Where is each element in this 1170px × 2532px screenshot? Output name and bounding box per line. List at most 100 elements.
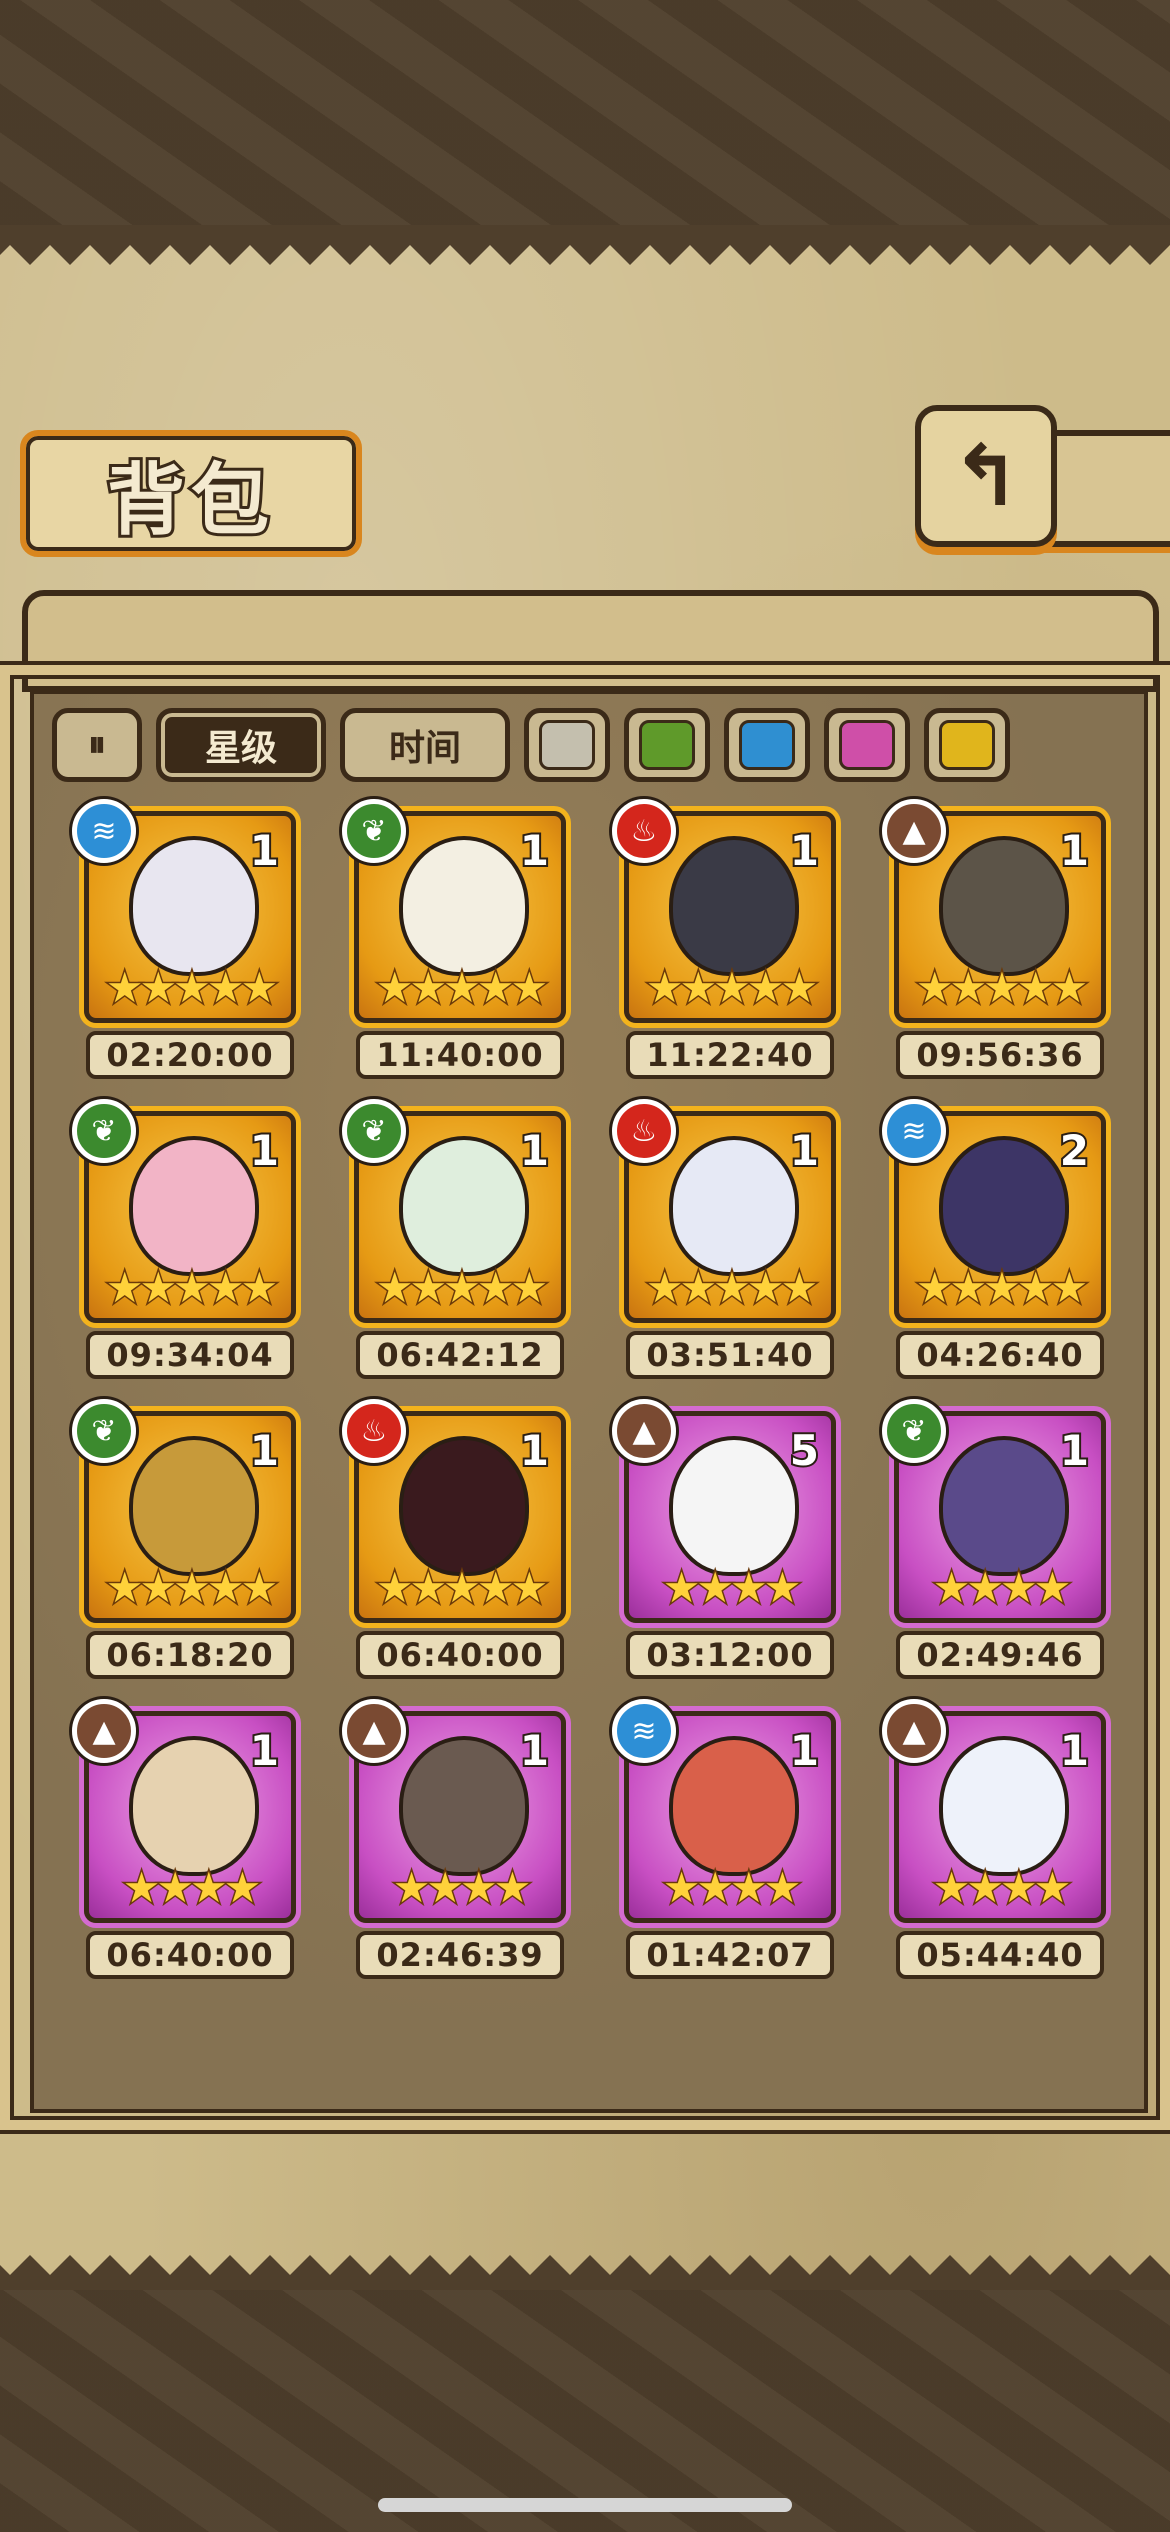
back-button-tab (1040, 430, 1170, 547)
star-rating: ★★★★★ (644, 962, 819, 1014)
egg-image (669, 1736, 799, 1876)
title-banner: 背包 (20, 430, 362, 557)
egg-image (669, 1436, 799, 1576)
hatch-timer: 09:34:04 (86, 1331, 294, 1379)
egg-item-slot[interactable]: 1 ★★★★★ ♨ 11:22:40 (612, 799, 848, 1105)
item-count: 1 (518, 1724, 551, 1777)
grass-element-icon: ❦ (882, 1399, 946, 1463)
item-count: 1 (1058, 824, 1091, 877)
grass-element-icon: ❦ (72, 1399, 136, 1463)
hatch-timer: 02:46:39 (356, 1931, 564, 1979)
star-rating: ★★★★★ (104, 962, 279, 1014)
water-element-icon: ≋ (72, 799, 136, 863)
star-rating: ★★★★ (661, 1862, 803, 1914)
star-rating: ★★★★★ (374, 1262, 549, 1314)
egg-image (939, 836, 1069, 976)
egg-item-slot[interactable]: 1 ★★★★★ ❦ 06:42:12 (342, 1099, 578, 1405)
egg-item-slot[interactable]: 5 ★★★★ ▲ 03:12:00 (612, 1399, 848, 1705)
color-swatch (839, 720, 895, 770)
star-rating: ★★★★★ (104, 1262, 279, 1314)
egg-item-slot[interactable]: 1 ★★★★★ ❦ 09:34:04 (72, 1099, 308, 1405)
hatch-timer: 06:40:00 (86, 1931, 294, 1979)
hatch-timer: 04:26:40 (896, 1331, 1104, 1379)
background-bottom (0, 2290, 1170, 2532)
hatch-timer: 05:44:40 (896, 1931, 1104, 1979)
egg-item-slot[interactable]: 1 ★★★★ ▲ 06:40:00 (72, 1699, 308, 2005)
return-icon: ↰ (950, 427, 1022, 525)
earth-element-icon: ▲ (612, 1399, 676, 1463)
egg-image (939, 1136, 1069, 1276)
item-grid: 1 ★★★★★ ≋ 02:20:00 1 ★★★★★ ❦ 11:40:00 1 ★★★★★ ♨ 11:… (72, 799, 1158, 2005)
item-count: 1 (518, 1424, 551, 1477)
egg-item-slot[interactable]: 1 ★★★★★ ❦ 11:40:00 (342, 799, 578, 1105)
egg-item-slot[interactable]: 1 ★★★★★ ❦ 06:18:20 (72, 1399, 308, 1705)
earth-element-icon: ▲ (882, 799, 946, 863)
item-count: 1 (788, 824, 821, 877)
egg-item-slot[interactable]: 1 ★★★★★ ▲ 09:56:36 (882, 799, 1118, 1105)
filter-gray-button[interactable] (524, 708, 610, 782)
hatch-timer: 09:56:36 (896, 1031, 1104, 1079)
egg-image (939, 1436, 1069, 1576)
filter-pink-button[interactable] (824, 708, 910, 782)
star-rating: ★★★★★ (914, 1262, 1089, 1314)
hatch-timer: 02:49:46 (896, 1631, 1104, 1679)
star-rating: ★★★★ (931, 1862, 1073, 1914)
color-swatch (539, 720, 595, 770)
pause-toggle-button[interactable]: ⏸ (52, 708, 142, 782)
star-rating: ★★★★★ (374, 1562, 549, 1614)
fire-element-icon: ♨ (342, 1399, 406, 1463)
back-button[interactable]: ↰ (915, 405, 1057, 547)
egg-item-slot[interactable]: 2 ★★★★★ ≋ 04:26:40 (882, 1099, 1118, 1405)
background-top (0, 0, 1170, 230)
home-indicator[interactable] (378, 2498, 792, 2512)
filter-green-button[interactable] (624, 708, 710, 782)
star-rating: ★★★★★ (914, 962, 1089, 1014)
earth-element-icon: ▲ (882, 1699, 946, 1763)
egg-image (669, 1136, 799, 1276)
color-swatch (939, 720, 995, 770)
item-count: 1 (248, 1124, 281, 1177)
star-rating: ★★★★★ (104, 1562, 279, 1614)
hatch-timer: 02:20:00 (86, 1031, 294, 1079)
sort-by-time-button[interactable]: 时间 (340, 708, 510, 782)
egg-image (129, 1736, 259, 1876)
hatch-timer: 06:42:12 (356, 1331, 564, 1379)
egg-image (129, 1136, 259, 1276)
star-rating: ★★★★ (931, 1562, 1073, 1614)
item-count: 2 (1058, 1124, 1091, 1177)
hatch-timer: 03:12:00 (626, 1631, 834, 1679)
page-title: 背包 (104, 452, 275, 549)
grass-element-icon: ❦ (72, 1099, 136, 1163)
egg-image (939, 1736, 1069, 1876)
egg-image (399, 836, 529, 976)
egg-item-slot[interactable]: 1 ★★★★★ ♨ 03:51:40 (612, 1099, 848, 1405)
star-rating: ★★★★ (391, 1862, 533, 1914)
egg-item-slot[interactable]: 1 ★★★★★ ♨ 06:40:00 (342, 1399, 578, 1705)
water-element-icon: ≋ (882, 1099, 946, 1163)
egg-image (129, 836, 259, 976)
hatch-timer: 01:42:07 (626, 1931, 834, 1979)
color-swatch (639, 720, 695, 770)
filter-yellow-button[interactable] (924, 708, 1010, 782)
egg-item-slot[interactable]: 1 ★★★★ ▲ 05:44:40 (882, 1699, 1118, 2005)
star-rating: ★★★★★ (644, 1262, 819, 1314)
sort-by-star-button[interactable]: 星级 (156, 708, 326, 782)
filter-blue-button[interactable] (724, 708, 810, 782)
egg-item-slot[interactable]: 1 ★★★★ ▲ 02:46:39 (342, 1699, 578, 2005)
item-count: 1 (518, 1124, 551, 1177)
earth-element-icon: ▲ (72, 1699, 136, 1763)
color-swatch (739, 720, 795, 770)
egg-item-slot[interactable]: 1 ★★★★★ ≋ 02:20:00 (72, 799, 308, 1105)
sort-label: 星级 (204, 728, 277, 769)
item-count: 1 (788, 1724, 821, 1777)
hatch-timer: 06:18:20 (86, 1631, 294, 1679)
egg-item-slot[interactable]: 1 ★★★★ ≋ 01:42:07 (612, 1699, 848, 2005)
zigzag-bottom-border (0, 2255, 1170, 2295)
item-count: 1 (788, 1124, 821, 1177)
hatch-timer: 03:51:40 (626, 1331, 834, 1379)
item-count: 1 (1058, 1424, 1091, 1477)
grass-element-icon: ❦ (342, 1099, 406, 1163)
egg-item-slot[interactable]: 1 ★★★★ ❦ 02:49:46 (882, 1399, 1118, 1705)
hatch-timer: 11:40:00 (356, 1031, 564, 1079)
fire-element-icon: ♨ (612, 799, 676, 863)
